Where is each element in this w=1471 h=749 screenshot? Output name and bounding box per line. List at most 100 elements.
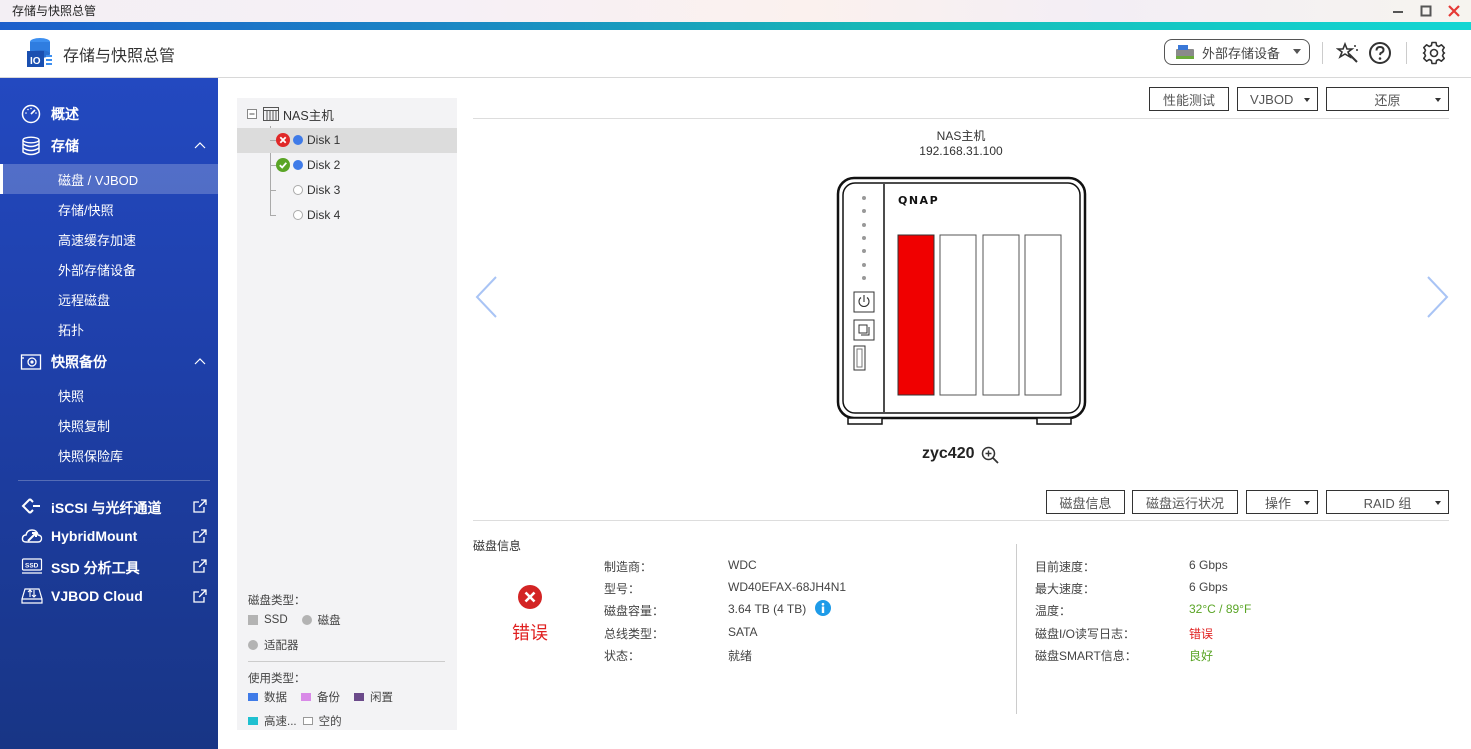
sidebar-link-vjbod-cloud[interactable]: VJBOD Cloud	[0, 581, 218, 611]
vjbod-dropdown[interactable]: VJBOD	[1237, 87, 1318, 111]
chevron-up-icon	[194, 142, 206, 149]
sidebar-item-snapshots[interactable]: 快照	[0, 380, 218, 410]
disk-health-button[interactable]: 磁盘运行状况	[1132, 490, 1238, 514]
sidebar-item-snapshot-replica[interactable]: 快照复制	[0, 410, 218, 440]
brand-logo: QNAP	[898, 194, 939, 207]
sidebar-item-external-storage[interactable]: 外部存储设备	[0, 254, 218, 284]
minimize-button[interactable]	[1391, 4, 1405, 18]
legend-disk-types: SSD 磁盘	[248, 612, 341, 628]
sidebar-group-snapshot-backup[interactable]: 快照备份	[0, 347, 218, 377]
backup-swatch	[301, 693, 311, 701]
external-link-icon	[193, 559, 207, 573]
manufacturer-label: 制造商：	[604, 560, 653, 574]
external-storage-dropdown[interactable]: 外部存储设备	[1164, 39, 1310, 65]
sidebar-item-remote-disk[interactable]: 远程磁盘	[0, 284, 218, 314]
smart-info-value[interactable]: 良好	[1189, 647, 1213, 664]
sidebar-item-storage-snapshots[interactable]: 存储/快照	[0, 194, 218, 224]
empty-slot-dot	[293, 185, 303, 195]
tree-disk-3[interactable]: Disk 3	[237, 178, 457, 203]
next-arrow-icon[interactable]	[1422, 272, 1452, 322]
sidebar-item-cache-acceleration[interactable]: 高速缓存加速	[0, 224, 218, 254]
bay-3[interactable]	[982, 234, 1020, 396]
chevron-up-icon	[194, 358, 206, 365]
sidebar-group-storage[interactable]: 存储	[0, 131, 218, 161]
sidebar-link-hybridmount[interactable]: HybridMount	[0, 521, 218, 551]
ssd-icon: SSD	[21, 558, 43, 574]
minimize-icon	[1393, 11, 1403, 13]
tree-disk-label: Disk 1	[307, 133, 341, 147]
zoom-in-icon[interactable]	[981, 446, 999, 464]
state-value: 就绪	[728, 649, 753, 663]
bay-4[interactable]	[1024, 234, 1062, 396]
raid-group-label: RAID 组	[1363, 495, 1412, 511]
legend-label: 空的	[318, 716, 342, 728]
sidebar-link-ssd-profiling[interactable]: SSD SSD 分析工具	[0, 551, 218, 581]
cloud-mount-icon	[21, 529, 43, 543]
gear-icon[interactable]	[1422, 41, 1446, 65]
bus-type-label: 总线类型：	[604, 627, 665, 641]
maximize-icon	[1420, 5, 1432, 17]
raid-group-dropdown[interactable]: RAID 组	[1326, 490, 1449, 514]
data-usage-dot	[293, 160, 303, 170]
benchmark-button[interactable]: 性能测试	[1149, 87, 1229, 111]
capacity-label: 磁盘容量：	[604, 604, 665, 618]
sidebar-item-label: 概述	[51, 106, 79, 122]
toolbar-divider	[473, 118, 1449, 119]
tree-disk-2[interactable]: Disk 2	[237, 153, 457, 178]
legend-label: 闲置	[370, 692, 393, 704]
tree-disk-label: Disk 3	[307, 183, 341, 197]
disk-info-title: 磁盘信息	[473, 539, 522, 553]
tree-disk-4[interactable]: Disk 4	[237, 203, 457, 228]
header-divider	[1322, 42, 1323, 64]
external-storage-label: 外部存储设备	[1202, 45, 1281, 61]
collapse-icon[interactable]	[247, 109, 257, 119]
legend-usage-types: 数据 备份 闲置	[248, 689, 393, 705]
help-icon[interactable]	[1368, 41, 1392, 65]
tree-root-label: NAS主机	[283, 108, 334, 123]
max-speed-label: 最大速度：	[1035, 582, 1096, 596]
chevron-down-icon	[1304, 98, 1310, 102]
window-title: 存储与快照总管	[12, 4, 97, 18]
tree-connector	[270, 190, 276, 191]
external-link-icon	[193, 499, 207, 513]
nas-ip: 192.168.31.100	[919, 144, 1003, 158]
action-dropdown[interactable]: 操作	[1246, 490, 1318, 514]
bus-type-value: SATA	[728, 625, 758, 639]
bay-1-error[interactable]	[897, 234, 935, 396]
restore-dropdown[interactable]: 还原	[1326, 87, 1449, 111]
maximize-button[interactable]	[1419, 4, 1433, 18]
database-icon	[22, 136, 40, 156]
sidebar-item-disks-vjbod[interactable]: 磁盘 / VJBOD	[0, 164, 218, 194]
temperature-value: 32°C / 89°F	[1189, 602, 1252, 616]
external-drive-icon	[1176, 45, 1194, 59]
device-tree-panel: NAS主机 Disk 1 Disk 2 Disk 3 Disk 4 磁盘类型： …	[237, 98, 457, 730]
sidebar-item-topology[interactable]: 拓扑	[0, 314, 218, 344]
sidebar-group-label: 快照备份	[51, 354, 107, 370]
nas-device-image: QNAP	[836, 176, 1087, 425]
sidebar-item-overview[interactable]: 概述	[0, 99, 218, 129]
tree-root-nas[interactable]: NAS主机	[247, 104, 334, 124]
io-log-value[interactable]: 错误	[1189, 625, 1213, 642]
disk-info-button[interactable]: 磁盘信息	[1046, 490, 1125, 514]
sidebar-link-label: HybridMount	[51, 528, 138, 544]
sidebar: 概述 存储 磁盘 / VJBOD 存储/快照 高速缓存加速 外部存储设备 远程磁…	[0, 78, 218, 749]
sidebar-link-iscsi[interactable]: iSCSI 与光纤通道	[0, 491, 218, 521]
data-usage-dot	[293, 135, 303, 145]
info-icon[interactable]	[815, 600, 831, 616]
legend-label: 备份	[317, 692, 340, 704]
close-icon	[1448, 5, 1460, 17]
wizard-icon[interactable]	[1336, 41, 1360, 65]
disk-status-label: 错误	[512, 623, 548, 643]
action-label: 操作	[1265, 495, 1292, 511]
bay-2[interactable]	[939, 234, 977, 396]
chevron-down-icon	[1293, 49, 1301, 54]
close-button[interactable]	[1447, 4, 1461, 18]
sidebar-link-label: SSD 分析工具	[51, 560, 140, 576]
accent-bar	[0, 22, 1471, 30]
nas-name: NAS主机	[936, 129, 986, 143]
previous-arrow-icon[interactable]	[472, 272, 502, 322]
vjbod-cloud-icon	[21, 588, 43, 604]
tree-disk-1[interactable]: Disk 1	[237, 128, 457, 153]
sidebar-item-snapshot-vault[interactable]: 快照保险库	[0, 440, 218, 470]
legend-divider	[248, 661, 445, 662]
